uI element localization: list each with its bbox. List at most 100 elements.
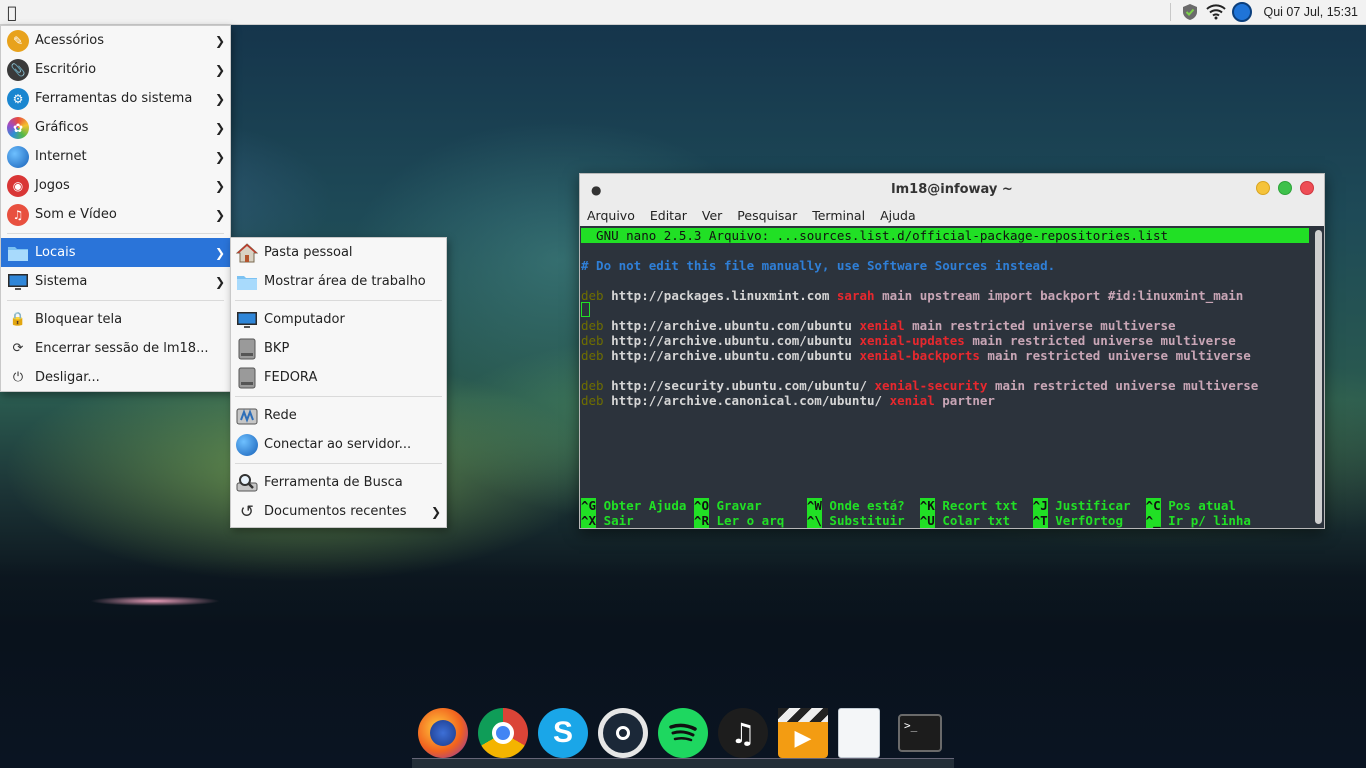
- update-shield-icon[interactable]: [1179, 1, 1201, 23]
- system-tools-icon: ⚙: [6, 87, 30, 111]
- submenu-item-fedora[interactable]: FEDORA: [231, 363, 446, 392]
- submenu-item-label: Ferramenta de Busca: [264, 475, 403, 490]
- power-icon: ⏻: [12, 370, 24, 385]
- submenu-item-label: Pasta pessoal: [264, 245, 353, 260]
- menu-item-acessorios[interactable]: ✎ Acessórios ❯: [1, 26, 230, 55]
- menu-item-jogos[interactable]: ◉ Jogos ❯: [1, 171, 230, 200]
- multimedia-icon: ♫: [6, 203, 30, 227]
- menu-terminal[interactable]: Terminal: [812, 208, 865, 223]
- terminal-menubar: Arquivo Editar Ver Pesquisar Terminal Aj…: [580, 204, 1324, 226]
- menu-item-graficos[interactable]: ✿ Gráficos ❯: [1, 113, 230, 142]
- menu-ver[interactable]: Ver: [702, 208, 722, 223]
- submenu-separator: [235, 396, 442, 397]
- menu-pesquisar[interactable]: Pesquisar: [737, 208, 797, 223]
- menu-item-desligar[interactable]: ⏻ Desligar...: [1, 363, 230, 392]
- menu-arquivo[interactable]: Arquivo: [587, 208, 635, 223]
- clock[interactable]: Qui 07 Jul, 15:31: [1263, 5, 1358, 19]
- network-status-icon[interactable]: [1231, 1, 1253, 23]
- submenu-separator: [235, 300, 442, 301]
- logout-icon: ⟳: [12, 341, 24, 356]
- menu-ajuda[interactable]: Ajuda: [880, 208, 916, 223]
- menu-item-label: Som e Vídeo: [35, 207, 117, 222]
- submenu-item-pasta-pessoal[interactable]: Pasta pessoal: [231, 238, 446, 267]
- folder-icon: [6, 241, 30, 265]
- text-editor-icon[interactable]: [838, 708, 880, 758]
- terminal-window: ● lm18@infoway ~ Arquivo Editar Ver Pesq…: [579, 173, 1325, 529]
- drive-icon: [235, 366, 259, 390]
- terminal-titlebar[interactable]: ● lm18@infoway ~: [580, 174, 1324, 204]
- source-line: deb http://archive.ubuntu.com/ubuntu xen…: [581, 318, 1176, 333]
- menu-item-label: Desligar...: [35, 370, 100, 385]
- office-icon: 📎: [6, 58, 30, 82]
- skype-icon[interactable]: S: [538, 708, 588, 758]
- accessories-icon: ✎: [6, 29, 30, 53]
- shortcut-row: ^G Obter Ajuda ^O Gravar ^W Onde está? ^…: [581, 498, 1236, 513]
- source-line: deb http://security.ubuntu.com/ubuntu/ x…: [581, 378, 1259, 393]
- submenu-item-label: Mostrar área de trabalho: [264, 274, 426, 289]
- menu-item-label: Locais: [35, 245, 76, 260]
- terminal-icon[interactable]: >_: [898, 714, 942, 752]
- submenu-separator: [235, 463, 442, 464]
- terminal-content[interactable]: GNU nano 2.5.3 Arquivo: ...sources.list.…: [580, 226, 1324, 528]
- application-menu: ✎ Acessórios ❯ 📎 Escritório ❯ ⚙ Ferramen…: [0, 25, 231, 392]
- scrollbar[interactable]: [1315, 230, 1322, 524]
- shortcut-row: ^X Sair ^R Ler o arq ^\ Substituir ^U Co…: [581, 513, 1251, 528]
- menu-item-label: Gráficos: [35, 120, 89, 135]
- home-icon: [235, 241, 259, 265]
- source-line: deb http://archive.ubuntu.com/ubuntu xen…: [581, 348, 1251, 363]
- chevron-right-icon: ❯: [214, 91, 225, 106]
- submenu-item-label: Computador: [264, 312, 345, 327]
- source-line: deb http://archive.ubuntu.com/ubuntu xen…: [581, 333, 1236, 348]
- drive-icon: [235, 337, 259, 361]
- spotify-icon[interactable]: [658, 708, 708, 758]
- top-panel:  Qui 07 Jul, 15:31: [0, 0, 1366, 25]
- menu-item-internet[interactable]: Internet ❯: [1, 142, 230, 171]
- submenu-item-computador[interactable]: Computador: [231, 305, 446, 334]
- chevron-right-icon: ❯: [214, 178, 225, 193]
- comment-line: # Do not edit this file manually, use So…: [581, 258, 1056, 273]
- minimize-button[interactable]: [1256, 181, 1270, 195]
- source-line: deb http://packages.linuxmint.com sarah …: [581, 288, 1244, 303]
- submenu-item-label: Rede: [264, 408, 297, 423]
- network-icon: [235, 404, 259, 428]
- maximize-button[interactable]: [1278, 181, 1292, 195]
- internet-icon: [6, 145, 30, 169]
- text-cursor: [581, 302, 590, 317]
- chevron-right-icon: ❯: [214, 245, 225, 260]
- submenu-item-rede[interactable]: Rede: [231, 401, 446, 430]
- music-icon[interactable]: ♫: [718, 708, 768, 758]
- menu-item-label: Acessórios: [35, 33, 104, 48]
- submenu-item-documentos-recentes[interactable]: ↺ Documentos recentes ❯: [231, 497, 446, 526]
- apple-menu-icon[interactable]: : [0, 0, 24, 25]
- submenu-item-busca[interactable]: Ferramenta de Busca: [231, 468, 446, 497]
- firefox-icon[interactable]: [418, 708, 468, 758]
- globe-icon: [235, 433, 259, 457]
- menu-item-escritorio[interactable]: 📎 Escritório ❯: [1, 55, 230, 84]
- search-icon: [235, 471, 259, 495]
- menu-item-locais[interactable]: Locais ❯: [1, 238, 230, 267]
- submenu-item-area-trabalho[interactable]: Mostrar área de trabalho: [231, 267, 446, 296]
- menu-item-label: Escritório: [35, 62, 97, 77]
- submenu-item-label: Documentos recentes: [264, 504, 407, 519]
- video-editor-icon[interactable]: ▶: [778, 708, 828, 758]
- menu-item-ferramentas[interactable]: ⚙ Ferramentas do sistema ❯: [1, 84, 230, 113]
- window-menu-icon[interactable]: ●: [591, 183, 601, 197]
- steam-icon[interactable]: [598, 708, 648, 758]
- dock: S ♫ ▶ >_: [410, 703, 955, 768]
- submenu-item-label: FEDORA: [264, 370, 318, 385]
- chevron-right-icon: ❯: [214, 149, 225, 164]
- menu-item-sistema[interactable]: Sistema ❯: [1, 267, 230, 296]
- menu-item-som-video[interactable]: ♫ Som e Vídeo ❯: [1, 200, 230, 229]
- menu-item-encerrar[interactable]: ⟳ Encerrar sessão de lm18...: [1, 334, 230, 363]
- chevron-right-icon: ❯: [214, 274, 225, 289]
- close-button[interactable]: [1300, 181, 1314, 195]
- chrome-icon[interactable]: [478, 708, 528, 758]
- menu-editar[interactable]: Editar: [650, 208, 687, 223]
- submenu-item-bkp[interactable]: BKP: [231, 334, 446, 363]
- wifi-icon[interactable]: [1205, 1, 1227, 23]
- menu-item-bloquear[interactable]: 🔒 Bloquear tela: [1, 305, 230, 334]
- graphics-icon: ✿: [6, 116, 30, 140]
- chevron-right-icon: ❯: [214, 120, 225, 135]
- desktop-folder-icon: [235, 270, 259, 294]
- submenu-item-conectar[interactable]: Conectar ao servidor...: [231, 430, 446, 459]
